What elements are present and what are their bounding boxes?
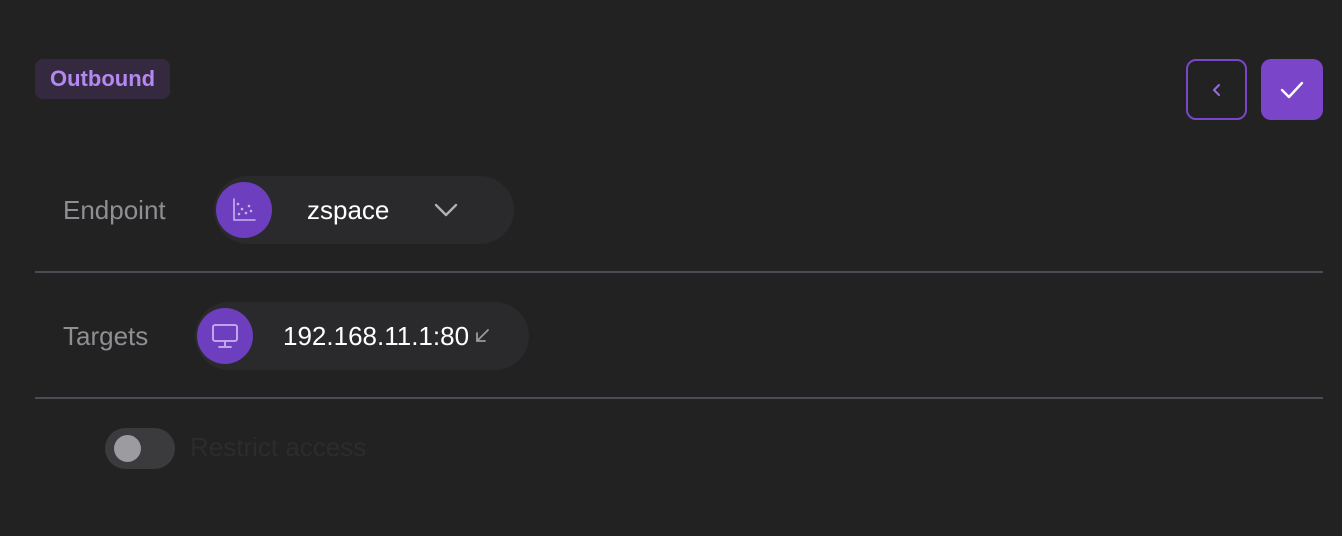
back-button[interactable] [1186, 59, 1247, 120]
target-address: 192.168.11.1:80 [283, 320, 470, 351]
outbound-editor: Outbound Endpoint zspace Targets 192.168… [0, 0, 1342, 536]
endpoint-select[interactable]: zspace [214, 176, 514, 244]
outbound-badge: Outbound [35, 59, 171, 99]
monitor-icon [197, 308, 253, 364]
divider [35, 397, 1323, 399]
restrict-access-toggle[interactable] [105, 428, 175, 469]
endpoint-value: zspace [307, 194, 390, 225]
divider [35, 271, 1323, 273]
confirm-button[interactable] [1261, 59, 1323, 120]
chevron-left-icon [1212, 83, 1220, 96]
toggle-knob [114, 435, 141, 462]
arrow-down-left-icon[interactable] [471, 325, 493, 347]
check-icon [1280, 81, 1304, 98]
targets-label: Targets [63, 321, 149, 351]
restrict-access-label: Restrict access [190, 432, 367, 462]
endpoint-label: Endpoint [63, 195, 166, 225]
target-chip[interactable]: 192.168.11.1:80 [195, 302, 529, 370]
scatter-chart-icon [216, 182, 272, 238]
chevron-down-icon[interactable] [431, 195, 461, 225]
